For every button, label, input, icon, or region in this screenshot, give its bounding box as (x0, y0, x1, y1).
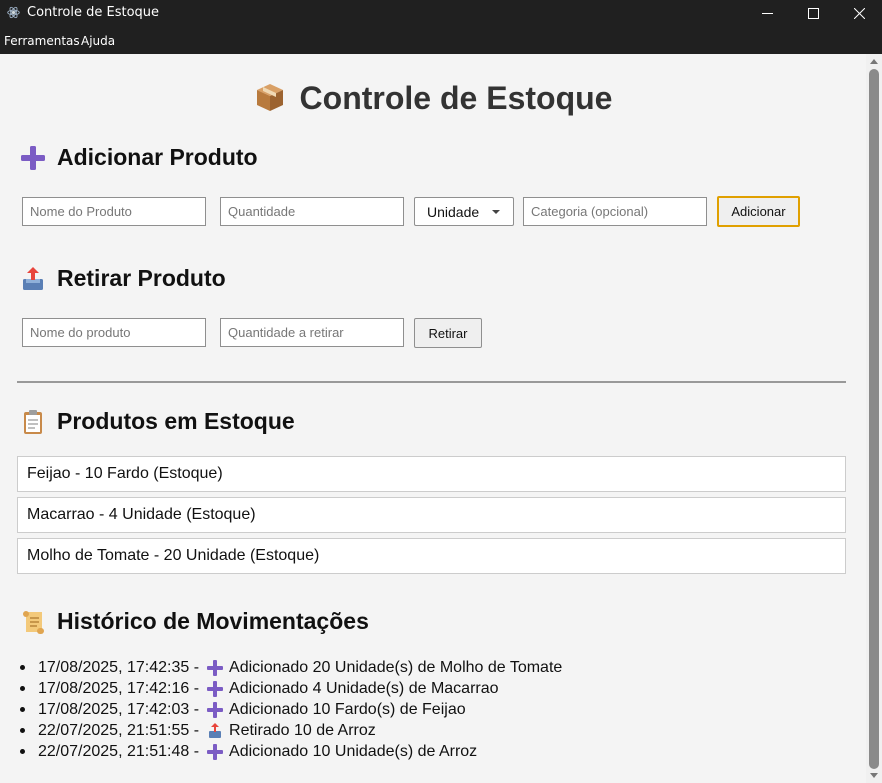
stock-item-text: Molho de Tomate - 20 Unidade (Estoque) (27, 547, 320, 564)
stock-item-text: Feijao - 10 Fardo (Estoque) (27, 465, 223, 482)
stock-item-text: Macarrao - 4 Unidade (Estoque) (27, 506, 256, 523)
history-text: Adicionado 10 Unidade(s) de Arroz (229, 742, 478, 760)
history-entry: 22/07/2025, 21:51:55 - Retirado 10 de Ar… (19, 720, 562, 741)
remove-section-title-text: Retirar Produto (57, 265, 226, 291)
history-timestamp: 22/07/2025, 21:51:48 - (38, 742, 200, 760)
close-button[interactable] (836, 0, 882, 26)
outbox-tray-icon (23, 266, 43, 290)
main-content: Controle de Estoque Adicionar Produto Un… (0, 54, 866, 783)
add-quantity-input[interactable] (220, 197, 404, 226)
close-icon (853, 7, 865, 19)
plus-icon (207, 680, 224, 697)
stock-list-item: Molho de Tomate - 20 Unidade (Estoque) (17, 538, 846, 574)
add-button[interactable]: Adicionar (717, 196, 800, 227)
history-timestamp: 17/08/2025, 17:42:16 - (38, 679, 200, 697)
stock-section-title: Produtos em Estoque (20, 408, 295, 435)
scroll-icon (23, 610, 44, 634)
remove-button-label: Retirar (428, 325, 468, 341)
menu-item-ajuda[interactable]: Ajuda (81, 34, 115, 48)
title-bar: Controle de Estoque (0, 0, 882, 26)
unit-select-value: Unidade (427, 203, 480, 220)
menu-item-ferramentas[interactable]: Ferramentas (4, 34, 80, 48)
plus-icon (207, 659, 224, 676)
stock-section-title-text: Produtos em Estoque (57, 408, 295, 434)
history-timestamp: 17/08/2025, 17:42:35 - (38, 658, 200, 676)
page-title: Controle de Estoque (0, 80, 866, 117)
remove-quantity-input[interactable] (220, 318, 404, 347)
scroll-up-arrow-icon[interactable] (870, 59, 878, 64)
scroll-down-arrow-icon[interactable] (870, 773, 878, 778)
history-text: Adicionado 4 Unidade(s) de Macarrao (229, 679, 499, 697)
plus-icon (21, 145, 45, 170)
page-title-text: Controle de Estoque (299, 80, 613, 116)
minimize-icon (761, 12, 773, 14)
history-section-title: Histórico de Movimentações (20, 608, 369, 635)
package-icon (256, 84, 283, 111)
remove-section-title: Retirar Produto (20, 265, 226, 292)
history-section-title-text: Histórico de Movimentações (57, 608, 369, 634)
unit-select[interactable]: Unidade (414, 197, 514, 226)
history-timestamp: 17/08/2025, 17:42:03 - (38, 700, 200, 718)
remove-product-name-input[interactable] (22, 318, 206, 347)
history-list: 17/08/2025, 17:42:35 - Adicionado 20 Uni… (19, 657, 563, 762)
stock-list-item: Feijao - 10 Fardo (Estoque) (17, 456, 846, 492)
history-timestamp: 22/07/2025, 21:51:55 - (38, 721, 200, 739)
history-entry: 17/08/2025, 17:42:16 - Adicionado 4 Unid… (19, 678, 562, 699)
maximize-button[interactable] (790, 0, 836, 26)
history-entry: 22/07/2025, 21:51:48 - Adicionado 10 Uni… (19, 741, 562, 762)
history-text: Adicionado 20 Unidade(s) de Molho de Tom… (229, 658, 563, 676)
chevron-down-icon (492, 210, 500, 214)
history-entry: 17/08/2025, 17:42:35 - Adicionado 20 Uni… (19, 657, 563, 678)
add-product-name-input[interactable] (22, 197, 206, 226)
vertical-scrollbar[interactable] (866, 54, 882, 783)
scrollbar-thumb[interactable] (869, 69, 879, 769)
app-icon (7, 6, 20, 19)
add-section-title-text: Adicionar Produto (57, 144, 258, 170)
history-text: Adicionado 10 Fardo(s) de Feijao (229, 700, 466, 718)
section-divider (17, 381, 846, 383)
window-title: Controle de Estoque (27, 5, 160, 20)
plus-icon (207, 701, 224, 718)
outbox-tray-icon (209, 722, 222, 738)
minimize-button[interactable] (744, 0, 790, 26)
clipboard-icon (24, 409, 42, 434)
history-text: Retirado 10 de Arroz (229, 721, 376, 739)
add-section-title: Adicionar Produto (20, 144, 258, 171)
category-input[interactable] (523, 197, 707, 226)
remove-button[interactable]: Retirar (414, 318, 482, 348)
history-entry: 17/08/2025, 17:42:03 - Adicionado 10 Far… (19, 699, 562, 720)
maximize-icon (807, 7, 819, 19)
add-button-label: Adicionar (731, 204, 786, 219)
plus-icon (207, 743, 224, 760)
stock-list-item: Macarrao - 4 Unidade (Estoque) (17, 497, 846, 533)
menu-bar: Ferramentas Ajuda (0, 26, 882, 54)
